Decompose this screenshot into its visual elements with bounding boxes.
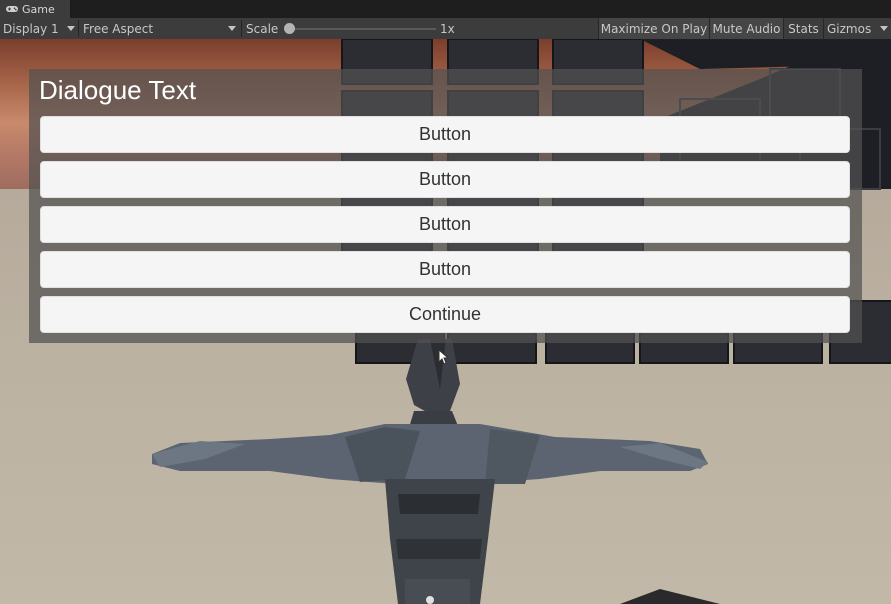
display-dropdown-value: Display 1 bbox=[3, 21, 59, 36]
continue-button[interactable]: Continue bbox=[40, 296, 850, 333]
aspect-dropdown-value: Free Aspect bbox=[83, 21, 154, 36]
character-model bbox=[152, 339, 708, 604]
chevron-down-icon bbox=[67, 26, 75, 31]
scale-value: 1x bbox=[440, 21, 455, 36]
choice-button-4[interactable]: Button bbox=[40, 251, 850, 288]
dialogue-panel: Dialogue Text Button Button Button Butto… bbox=[29, 69, 862, 343]
aspect-dropdown[interactable]: Free Aspect bbox=[83, 18, 240, 39]
dialogue-text: Dialogue Text bbox=[39, 75, 197, 105]
game-view-toolbar: Display 1 Free Aspect Scale 1x Maximize … bbox=[0, 18, 891, 40]
scale-slider-track[interactable] bbox=[290, 28, 436, 30]
game-viewport[interactable]: Dialogue Text Button Button Button Butto… bbox=[0, 39, 891, 604]
mute-audio-button[interactable]: Mute Audio bbox=[709, 18, 783, 39]
gamepad-icon bbox=[5, 4, 19, 14]
editor-tab-bar: Game bbox=[0, 0, 891, 18]
stats-button[interactable]: Stats bbox=[783, 18, 823, 39]
toolbar-divider bbox=[241, 20, 242, 37]
tab-game[interactable]: Game bbox=[0, 0, 71, 18]
gizmos-label: Gizmos bbox=[827, 21, 872, 36]
maximize-on-play-button[interactable]: Maximize On Play bbox=[598, 18, 709, 39]
choice-button-1[interactable]: Button bbox=[40, 116, 850, 153]
choice-button-2[interactable]: Button bbox=[40, 161, 850, 198]
chevron-down-icon bbox=[880, 26, 888, 31]
toolbar-divider bbox=[78, 20, 79, 37]
scale-slider-thumb[interactable] bbox=[284, 23, 295, 34]
chevron-down-icon bbox=[228, 26, 236, 31]
mouse-cursor-icon bbox=[438, 349, 450, 365]
choice-button-3[interactable]: Button bbox=[40, 206, 850, 243]
display-dropdown[interactable]: Display 1 bbox=[3, 18, 77, 39]
tab-label: Game bbox=[22, 2, 55, 16]
scale-label: Scale bbox=[246, 21, 279, 36]
gizmos-dropdown[interactable]: Gizmos bbox=[823, 18, 891, 39]
